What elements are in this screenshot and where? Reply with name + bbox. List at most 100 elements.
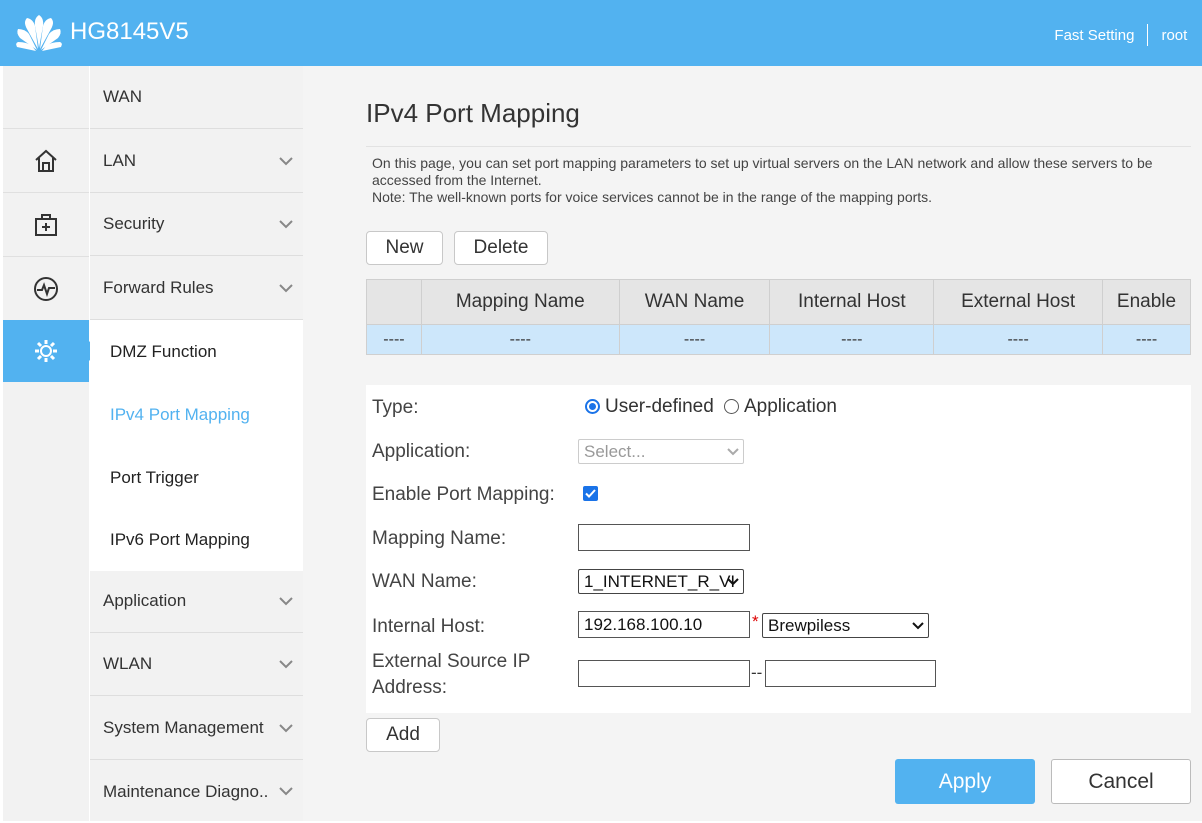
application-select-value: Select... [584, 441, 646, 461]
table-header-select [366, 279, 422, 325]
sidebar-item-label: Forward Rules [103, 278, 214, 297]
iconbar-blank [3, 66, 89, 129]
sidebar-item-label: WLAN [103, 654, 153, 673]
wan-name-select-value: 1_INTERNET_R_VI [584, 571, 736, 591]
wan-name-label: WAN Name: [372, 571, 477, 592]
chevron-down-icon [912, 622, 924, 630]
type-user-defined-radio[interactable] [585, 399, 600, 414]
table-cell: ---- [769, 324, 935, 355]
required-marker: * [752, 612, 759, 631]
table-cell: ---- [420, 324, 620, 355]
sidebar-subitem-dmz-function[interactable]: DMZ Function [90, 320, 303, 383]
internal-host-label: Internal Host: [372, 616, 485, 637]
description-note: Note: The well-known ports for voice ser… [372, 189, 933, 205]
type-user-defined-label[interactable]: User-defined [605, 396, 714, 418]
table-header-row: Mapping Name WAN Name Internal Host Exte… [366, 279, 1191, 325]
sidebar-subitem-label: IPv4 Port Mapping [110, 404, 250, 424]
sidebar-item-label: Application [103, 591, 187, 610]
mapping-name-input[interactable] [578, 524, 750, 551]
checkmark-icon [585, 489, 596, 498]
table-cell: ---- [366, 324, 422, 355]
category-icon-bar [3, 66, 98, 821]
table-header-external-host: External Host [933, 279, 1104, 325]
table-header-mapping-name: Mapping Name [420, 279, 620, 325]
external-source-ip-label: External Source IP Address: [372, 649, 530, 701]
application-label: Application: [372, 441, 471, 462]
table-cell: ---- [618, 324, 771, 355]
delete-button[interactable]: Delete [454, 231, 548, 265]
type-application-radio[interactable] [724, 399, 739, 414]
diagnostics-icon [34, 277, 58, 301]
cancel-button[interactable]: Cancel [1051, 759, 1191, 804]
application-select: Select... [578, 439, 744, 464]
external-source-ip-end-input[interactable] [765, 660, 936, 687]
external-source-ip-label-line2: Address: [372, 677, 447, 698]
sidebar-subitem-ipv4-port-mapping[interactable]: IPv4 Port Mapping [90, 383, 303, 446]
main-content: IPv4 Port Mapping On this page, you can … [303, 66, 1202, 821]
gear-icon [35, 340, 57, 362]
port-mapping-form: Type: User-defined Application Applicati… [366, 385, 1191, 713]
internal-host-device-select[interactable]: Brewpiless [762, 613, 929, 638]
chevron-down-icon [279, 660, 293, 669]
table-cell: ---- [1102, 324, 1191, 355]
header-links: Fast Setting root Lo [1054, 24, 1202, 46]
type-label: Type: [372, 397, 419, 418]
table-header-internal-host: Internal Host [769, 279, 935, 325]
sidebar-item-application[interactable]: Application [90, 570, 303, 633]
home-icon [35, 149, 57, 172]
page-description: On this page, you can set port mapping p… [372, 155, 1197, 206]
internal-host-input[interactable]: 192.168.100.10 [578, 611, 750, 638]
sidebar-item-lan[interactable]: LAN [90, 130, 303, 193]
sidebar-item-label: LAN [103, 151, 137, 170]
enable-port-mapping-label: Enable Port Mapping: [372, 484, 555, 505]
iconbar-home[interactable] [3, 130, 89, 193]
table-header-wan-name: WAN Name [618, 279, 771, 325]
fast-setting-link[interactable]: Fast Setting [1054, 27, 1134, 44]
chevron-down-icon [279, 787, 293, 796]
title-divider [366, 146, 1191, 147]
header-separator [1147, 24, 1149, 46]
internal-host-device-value: Brewpiless [768, 615, 851, 635]
iconbar-toolbox[interactable] [3, 194, 89, 257]
chevron-down-icon [279, 284, 293, 293]
toolbox-icon [35, 214, 57, 236]
sidebar-item-system-management[interactable]: System Management [90, 697, 303, 760]
external-source-ip-start-input[interactable] [578, 660, 750, 687]
sidebar-item-security[interactable]: Security [90, 193, 303, 256]
top-header: HG8145V5 Fast Setting root Lo [0, 0, 1202, 66]
type-application-label[interactable]: Application [744, 396, 837, 418]
iconbar-diagnostics[interactable] [3, 258, 89, 321]
table-cell: ---- [933, 324, 1104, 355]
sidebar-item-wlan[interactable]: WLAN [90, 633, 303, 696]
iconbar-settings[interactable] [3, 320, 98, 382]
chevron-down-icon [727, 578, 739, 586]
enable-port-mapping-checkbox[interactable] [583, 486, 598, 501]
external-source-ip-label-line1: External Source IP [372, 651, 531, 672]
product-name: HG8145V5 [70, 18, 189, 45]
chevron-down-icon [279, 597, 293, 606]
sidebar-item-label: Security [103, 214, 165, 233]
chevron-down-icon [727, 448, 739, 456]
user-link[interactable]: root [1161, 27, 1187, 44]
sidebar-subitem-ipv6-port-mapping[interactable]: IPv6 Port Mapping [90, 508, 303, 571]
description-text: On this page, you can set port mapping p… [372, 155, 1153, 188]
sidebar-subitem-label: Port Trigger [110, 467, 199, 487]
new-button[interactable]: New [366, 231, 443, 265]
sidebar-item-maintenance-diagnosis[interactable]: Maintenance Diagno.. [90, 760, 303, 823]
sidebar-item-label: WAN [103, 87, 143, 106]
mapping-name-label: Mapping Name: [372, 528, 507, 549]
table-header-enable: Enable [1102, 279, 1191, 325]
sidebar-item-label: System Management [103, 718, 264, 737]
sidebar: WAN LAN Security Forward Rules DMZ Funct… [90, 66, 303, 821]
apply-button[interactable]: Apply [895, 759, 1035, 804]
wan-name-select[interactable]: 1_INTERNET_R_VI [578, 569, 744, 594]
sidebar-item-wan[interactable]: WAN [90, 66, 303, 129]
table-row[interactable]: ---- ---- ---- ---- ---- ---- [366, 324, 1191, 355]
sidebar-item-forward-rules[interactable]: Forward Rules [90, 257, 303, 320]
sidebar-subitem-port-trigger[interactable]: Port Trigger [90, 446, 303, 509]
page-title: IPv4 Port Mapping [366, 98, 580, 128]
chevron-down-icon [279, 724, 293, 733]
sidebar-subitem-label: DMZ Function [110, 341, 217, 361]
add-button[interactable]: Add [366, 718, 440, 752]
range-separator: -- [751, 663, 763, 682]
